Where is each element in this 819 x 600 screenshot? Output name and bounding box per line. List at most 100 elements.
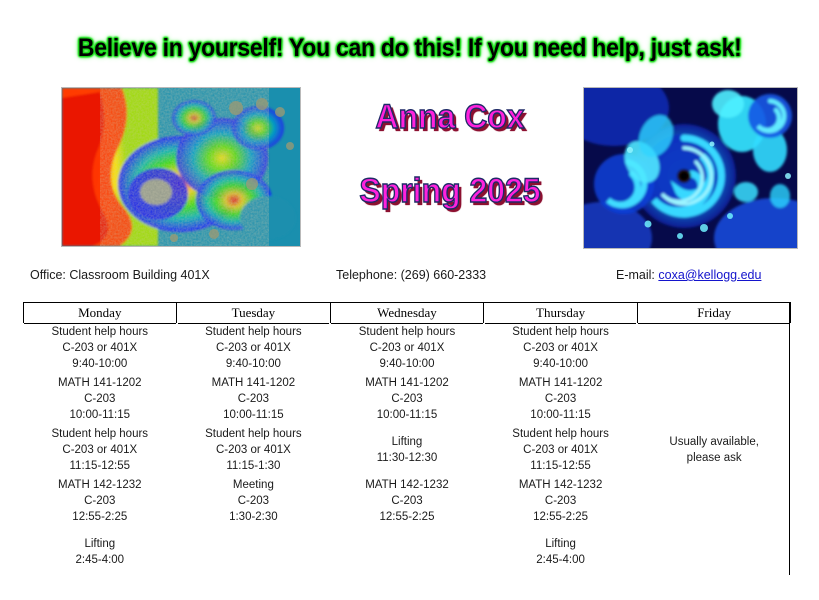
cell-line: MATH 142-1232 xyxy=(58,479,142,492)
cell-line: MATH 141-1202 xyxy=(211,377,296,390)
email-link[interactable]: coxa@kellogg.edu xyxy=(658,268,761,282)
schedule-cell-friday-3: Usually available, please ask xyxy=(636,425,792,477)
cell-line: Student help hours xyxy=(51,428,149,441)
cell-line: 11:30-12:30 xyxy=(376,452,438,464)
schedule-cell-wednesday-4: MATH 142-1232 C-203 12:55-2:25 xyxy=(329,476,485,528)
table-row: Student help hours C-203 or 401X 11:15-12:… xyxy=(22,425,792,477)
cell-line: C-203 xyxy=(544,495,577,508)
table-row: MATH 141-1202 C-203 10:00-11:15 MATH 141-12… xyxy=(22,374,792,426)
cell-line: C-203 xyxy=(237,495,270,508)
cell-line: 10:00-11:15 xyxy=(223,408,284,421)
cell-line: 2:45-4:00 xyxy=(75,554,125,566)
table-row: MATH 142-1232 C-203 12:55-2:25 Meeting C-203… xyxy=(22,476,792,528)
fractal-right-graphic xyxy=(584,88,797,248)
cell-line: 10:00-11:15 xyxy=(530,408,591,421)
cell-line: C-203 xyxy=(84,495,116,508)
schedule-cell-tuesday-1: Student help hours C-203 or 401X 9:40-10:0… xyxy=(175,323,332,375)
schedule-cell-thursday-1: Student help hours C-203 or 401X 9:40-10:0… xyxy=(482,323,639,375)
schedule-cell-wednesday-1: Student help hours C-203 or 401X 9:40-10:0… xyxy=(329,323,485,375)
cell-line: C-203 or 401X xyxy=(215,342,291,355)
cell-line: 11:15-12:55 xyxy=(530,459,591,472)
cell-line: C-203 or 401X xyxy=(62,444,138,457)
schedule-cell-wednesday-5 xyxy=(329,527,485,579)
schedule-body: Student help hours C-203 or 401X 9:40-10:0… xyxy=(22,323,792,579)
cell-line: Student help hours xyxy=(512,428,609,441)
cell-line: MATH 142-1232 xyxy=(365,479,449,492)
schedule-cell-tuesday-4: Meeting C-203 1:30-2:30 xyxy=(175,476,332,528)
schedule-cell-friday-4 xyxy=(636,476,792,528)
cell-line: Student help hours xyxy=(205,428,302,441)
cell-line: MATH 141-1202 xyxy=(58,377,142,390)
contact-info-row: Office: Classroom Building 401X Telephon… xyxy=(0,268,819,286)
schedule-cell-thursday-5: Lifting 2:45-4:00 xyxy=(482,527,639,579)
schedule-cell-friday-5 xyxy=(636,527,792,579)
cell-line: C-203 xyxy=(84,393,116,406)
cell-line: 10:00-11:15 xyxy=(69,408,131,421)
cell-line: MATH 142-1232 xyxy=(518,479,603,492)
column-header-wednesday: Wednesday xyxy=(329,302,485,324)
cell-line: Student help hours xyxy=(358,326,456,339)
cell-line: MATH 141-1202 xyxy=(365,377,449,390)
cell-line: 9:40-10:00 xyxy=(379,357,435,370)
cell-line: 11:15-12:55 xyxy=(69,459,131,472)
schedule-cell-tuesday-2: MATH 141-1202 C-203 10:00-11:15 xyxy=(175,374,332,426)
instructor-name: Anna Cox xyxy=(375,98,525,136)
cell-line: 12:55-2:25 xyxy=(379,510,435,523)
column-header-tuesday: Tuesday xyxy=(176,302,331,324)
cell-line: C-203 xyxy=(391,393,423,406)
cell-line: Lifting xyxy=(545,538,576,551)
cell-line: 12:55-2:25 xyxy=(533,510,589,523)
schedule-cell-monday-2: MATH 141-1202 C-203 10:00-11:15 xyxy=(22,374,178,426)
cell-line: please ask xyxy=(686,452,742,464)
rainbow-mandelbrot-fractal-image xyxy=(61,87,301,247)
email-text: E-mail: coxa@kellogg.edu xyxy=(616,268,761,282)
schedule-cell-tuesday-3: Student help hours C-203 or 401X 11:15-1:3… xyxy=(175,425,332,477)
table-header-row: Monday Tuesday Wednesday Thursday Friday xyxy=(22,302,792,324)
schedule-cell-monday-5: Lifting 2:45-4:00 xyxy=(22,527,178,579)
column-header-thursday: Thursday xyxy=(483,302,638,324)
cell-line: 9:40-10:00 xyxy=(533,357,589,370)
cell-line: 2:45-4:00 xyxy=(536,554,585,566)
schedule-table: Monday Tuesday Wednesday Thursday Friday… xyxy=(22,302,792,579)
schedule-cell-tuesday-5 xyxy=(175,527,332,579)
weekly-schedule: Monday Tuesday Wednesday Thursday Friday… xyxy=(22,302,792,579)
cell-line: 1:30-2:30 xyxy=(229,510,278,523)
cell-line: 12:55-2:25 xyxy=(72,510,128,523)
cell-line: C-203 or 401X xyxy=(215,444,291,457)
cell-line: Lifting xyxy=(84,538,116,551)
banner-headline: Believe in yourself! You can do this! If… xyxy=(77,34,742,62)
schedule-cell-thursday-2: MATH 141-1202 C-203 10:00-11:15 xyxy=(482,374,639,426)
cell-line: 9:40-10:00 xyxy=(72,357,128,370)
cell-line: C-203 or 401X xyxy=(62,342,138,355)
schedule-cell-wednesday-2: MATH 141-1202 C-203 10:00-11:15 xyxy=(329,374,485,426)
wordart-title-block: Anna Cox Spring 2025 xyxy=(330,98,570,210)
fractal-left-graphic xyxy=(62,88,300,246)
cell-line: Meeting xyxy=(232,479,274,492)
column-header-monday: Monday xyxy=(22,302,178,324)
schedule-cell-wednesday-3: Lifting 11:30-12:30 xyxy=(329,425,485,477)
cell-line: C-203 xyxy=(237,393,270,406)
cell-line: C-203 xyxy=(391,495,423,508)
cell-line: 10:00-11:15 xyxy=(376,408,438,421)
schedule-cell-monday-4: MATH 142-1232 C-203 12:55-2:25 xyxy=(22,476,178,528)
cell-line: C-203 xyxy=(544,393,577,406)
table-row: Lifting 2:45-4:00 Lifting 2:45-4:00 xyxy=(22,527,792,579)
cell-line: MATH 141-1202 xyxy=(518,377,603,390)
cell-line: 11:15-1:30 xyxy=(226,459,281,472)
column-header-friday: Friday xyxy=(636,302,792,324)
cell-line: Student help hours xyxy=(51,326,149,339)
cell-line: C-203 or 401X xyxy=(523,342,598,355)
term-label: Spring 2025 xyxy=(359,172,542,210)
page-banner: Believe in yourself! You can do this! If… xyxy=(0,34,819,63)
cell-line: Lifting xyxy=(391,436,423,449)
schedule-cell-monday-1: Student help hours C-203 or 401X 9:40-10:0… xyxy=(22,323,178,375)
cell-line: Student help hours xyxy=(205,326,302,339)
cell-line: Student help hours xyxy=(512,326,609,339)
cell-line: Usually available, xyxy=(669,436,759,449)
blue-julia-spiral-fractal-image xyxy=(583,87,798,249)
cell-line: 9:40-10:00 xyxy=(225,357,281,370)
schedule-cell-friday-2 xyxy=(636,374,792,426)
schedule-cell-thursday-3: Student help hours C-203 or 401X 11:15-12:… xyxy=(482,425,639,477)
email-label: E-mail: xyxy=(616,268,655,282)
office-text: Office: Classroom Building 401X xyxy=(30,268,210,282)
